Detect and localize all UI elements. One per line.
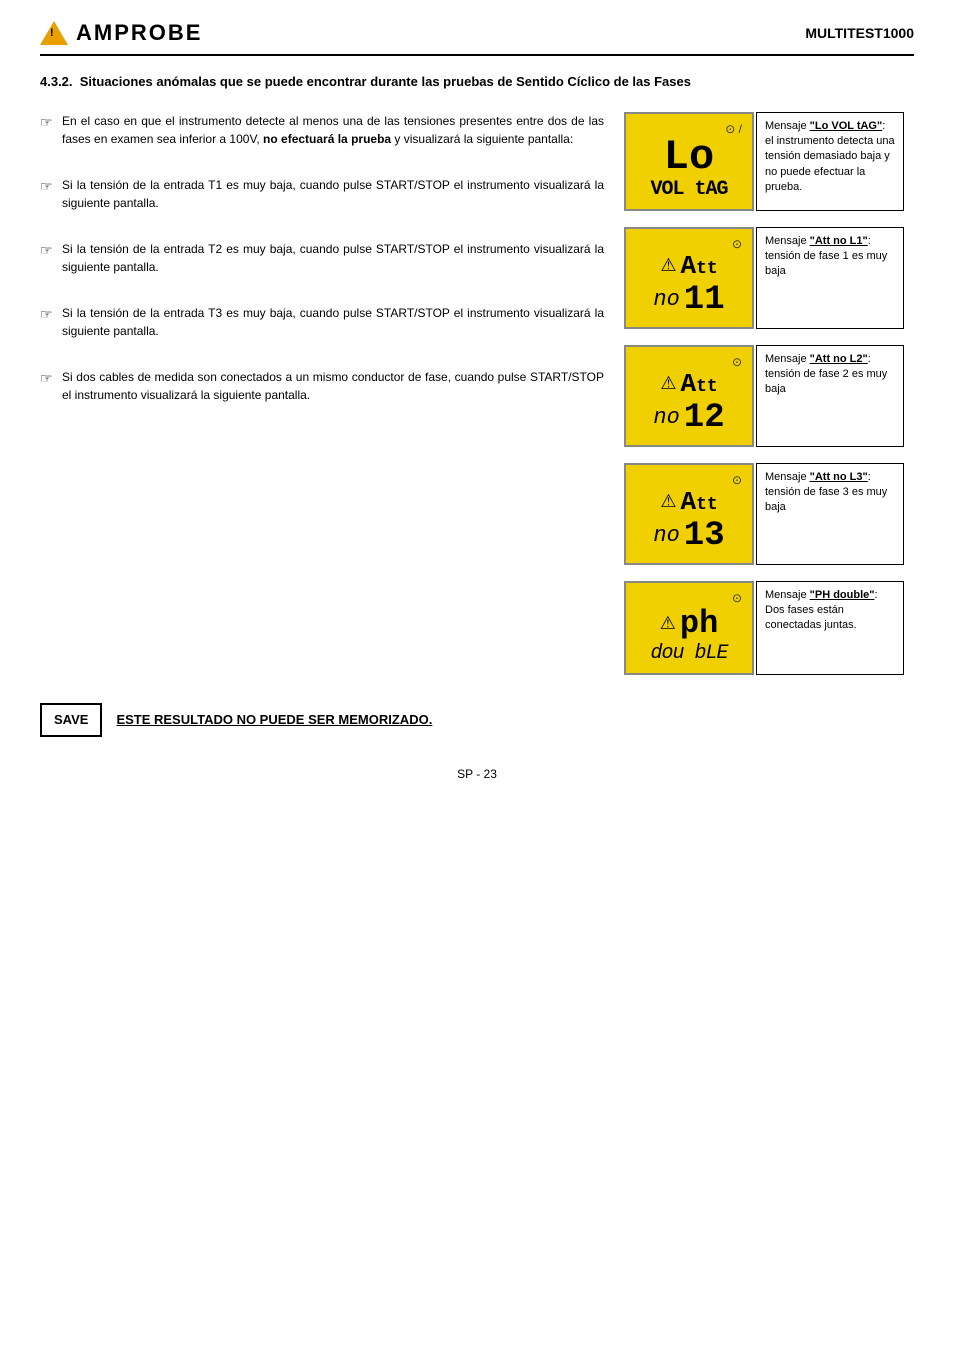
lcd3-bottom-row: no 12 xyxy=(636,399,742,437)
logo-area: AMPROBE xyxy=(40,20,202,46)
bullet-text-2: Si la tensión de la entrada T1 es muy ba… xyxy=(62,176,604,212)
save-message: ESTE RESULTADO NO PUEDE SER MEMORIZADO. xyxy=(116,712,432,727)
lcd4-top-row: ⚠ Att xyxy=(636,487,742,517)
page-number: SP - 23 xyxy=(457,767,497,781)
lcd5-ph-text: ph xyxy=(680,605,718,642)
msg1-body: el instrumento detecta una tensión demas… xyxy=(765,135,895,193)
lcd5-top-row: ⚠ ph xyxy=(636,605,742,642)
bullet-icon-4: ☞ xyxy=(40,304,56,340)
lcd2-number: 11 xyxy=(684,281,725,319)
lcd3-no-text: no xyxy=(653,405,679,430)
lcd-screen-4: ⊙ ⚠ Att no 13 xyxy=(624,463,754,565)
lcd4-no-text: no xyxy=(653,523,679,548)
bullet-item-4: ☞ Si la tensión de la entrada T3 es muy … xyxy=(40,304,604,340)
bullet-text-1: En el caso en que el instrumento detecte… xyxy=(62,112,604,148)
display-block-4: ⊙ ⚠ Att no 13 Mensaje "Att no L3": tensi… xyxy=(624,463,914,565)
product-name: MULTITEST1000 xyxy=(805,25,914,41)
message-box-5: Mensaje "PH double": Dos fases están con… xyxy=(756,581,904,675)
lcd2-no-text: no xyxy=(653,287,679,312)
bullet-icon-5: ☞ xyxy=(40,368,56,404)
bullet-item-1: ☞ En el caso en que el instrumento detec… xyxy=(40,112,604,148)
lcd5-double-text: dou bLE xyxy=(650,642,727,665)
bullet-text-3: Si la tensión de la entrada T2 es muy ba… xyxy=(62,240,604,276)
lcd3-top-row: ⚠ Att xyxy=(636,369,742,399)
section-title: 4.3.2. Situaciones anómalas que se puede… xyxy=(40,72,914,92)
lcd2-warning-icon: ⚠ xyxy=(660,255,676,276)
bullet-text-4: Si la tensión de la entrada T3 es muy ba… xyxy=(62,304,604,340)
lcd2-top-row: ⚠ Att xyxy=(636,251,742,281)
logo-text: AMPROBE xyxy=(76,20,202,46)
lcd4-number: 13 xyxy=(684,517,725,555)
left-column: ☞ En el caso en que el instrumento detec… xyxy=(40,112,604,679)
lcd-screen-3: ⊙ ⚠ Att no 12 xyxy=(624,345,754,447)
logo-triangle-icon xyxy=(40,21,68,45)
lcd2-att-text: Att xyxy=(680,251,717,281)
lcd3-number: 12 xyxy=(684,399,725,437)
lcd5-warning-icon: ⚠ xyxy=(660,613,676,634)
message-box-4: Mensaje "Att no L3": tensión de fase 3 e… xyxy=(756,463,904,565)
right-column: ⊙ / Lo VOL tAG Mensaje "Lo VOL tAG": el … xyxy=(624,112,914,679)
lcd4-bottom-row: no 13 xyxy=(636,517,742,555)
msg5-title: Mensaje "PH double": Dos fases están con… xyxy=(765,589,878,632)
message-box-1: Mensaje "Lo VOL tAG": el instrumento det… xyxy=(756,112,904,211)
save-button-label: SAVE xyxy=(54,712,88,727)
lcd4-warning-icon: ⚠ xyxy=(660,491,676,512)
bullet-item-3: ☞ Si la tensión de la entrada T2 es muy … xyxy=(40,240,604,276)
lcd4-top-icon: ⊙ xyxy=(732,473,742,487)
lcd-screen-1: ⊙ / Lo VOL tAG xyxy=(624,112,754,211)
message-box-3: Mensaje "Att no L2": tensión de fase 2 e… xyxy=(756,345,904,447)
page-footer: SP - 23 xyxy=(40,767,914,781)
msg2-title: Mensaje "Att no L1": tensión de fase 1 e… xyxy=(765,235,887,278)
lcd4-att-text: Att xyxy=(680,487,717,517)
lcd5-bottom-row: dou bLE xyxy=(636,642,742,665)
bullet-icon-2: ☞ xyxy=(40,176,56,212)
msg4-title: Mensaje "Att no L3": tensión de fase 3 e… xyxy=(765,471,887,514)
bullet-icon-3: ☞ xyxy=(40,240,56,276)
lcd3-warning-icon: ⚠ xyxy=(660,373,676,394)
lcd1-top-text: Lo xyxy=(664,136,714,178)
content-area: ☞ En el caso en que el instrumento detec… xyxy=(40,112,914,679)
lcd1-top-icon: ⊙ / xyxy=(725,122,742,136)
msg1-title: Mensaje "Lo VOL tAG": xyxy=(765,120,885,132)
lcd2-top-icon: ⊙ xyxy=(732,237,742,251)
lcd1-bottom-text: VOL tAG xyxy=(650,178,727,201)
lcd2-bottom-row: no 11 xyxy=(636,281,742,319)
page-header: AMPROBE MULTITEST1000 xyxy=(40,20,914,56)
save-section: SAVE ESTE RESULTADO NO PUEDE SER MEMORIZ… xyxy=(40,703,914,737)
lcd5-top-icon: ⊙ xyxy=(732,591,742,605)
bullet-text-5: Si dos cables de medida son conectados a… xyxy=(62,368,604,404)
display-block-3: ⊙ ⚠ Att no 12 Mensaje "Att no L2": tensi… xyxy=(624,345,914,447)
bullet-item-5: ☞ Si dos cables de medida son conectados… xyxy=(40,368,604,404)
bullet-icon-1: ☞ xyxy=(40,112,56,148)
lcd3-top-icon: ⊙ xyxy=(732,355,742,369)
lcd-screen-2: ⊙ ⚠ Att no 11 xyxy=(624,227,754,329)
display-block-1: ⊙ / Lo VOL tAG Mensaje "Lo VOL tAG": el … xyxy=(624,112,914,211)
message-box-2: Mensaje "Att no L1": tensión de fase 1 e… xyxy=(756,227,904,329)
lcd-screen-5: ⊙ ⚠ ph dou bLE xyxy=(624,581,754,675)
save-box: SAVE xyxy=(40,703,102,737)
display-block-5: ⊙ ⚠ ph dou bLE Mensaje "PH double": Dos … xyxy=(624,581,914,675)
msg3-title: Mensaje "Att no L2": tensión de fase 2 e… xyxy=(765,353,887,396)
lcd3-att-text: Att xyxy=(680,369,717,399)
bullet-item-2: ☞ Si la tensión de la entrada T1 es muy … xyxy=(40,176,604,212)
display-block-2: ⊙ ⚠ Att no 11 Mensaje "Att no L1": tensi… xyxy=(624,227,914,329)
